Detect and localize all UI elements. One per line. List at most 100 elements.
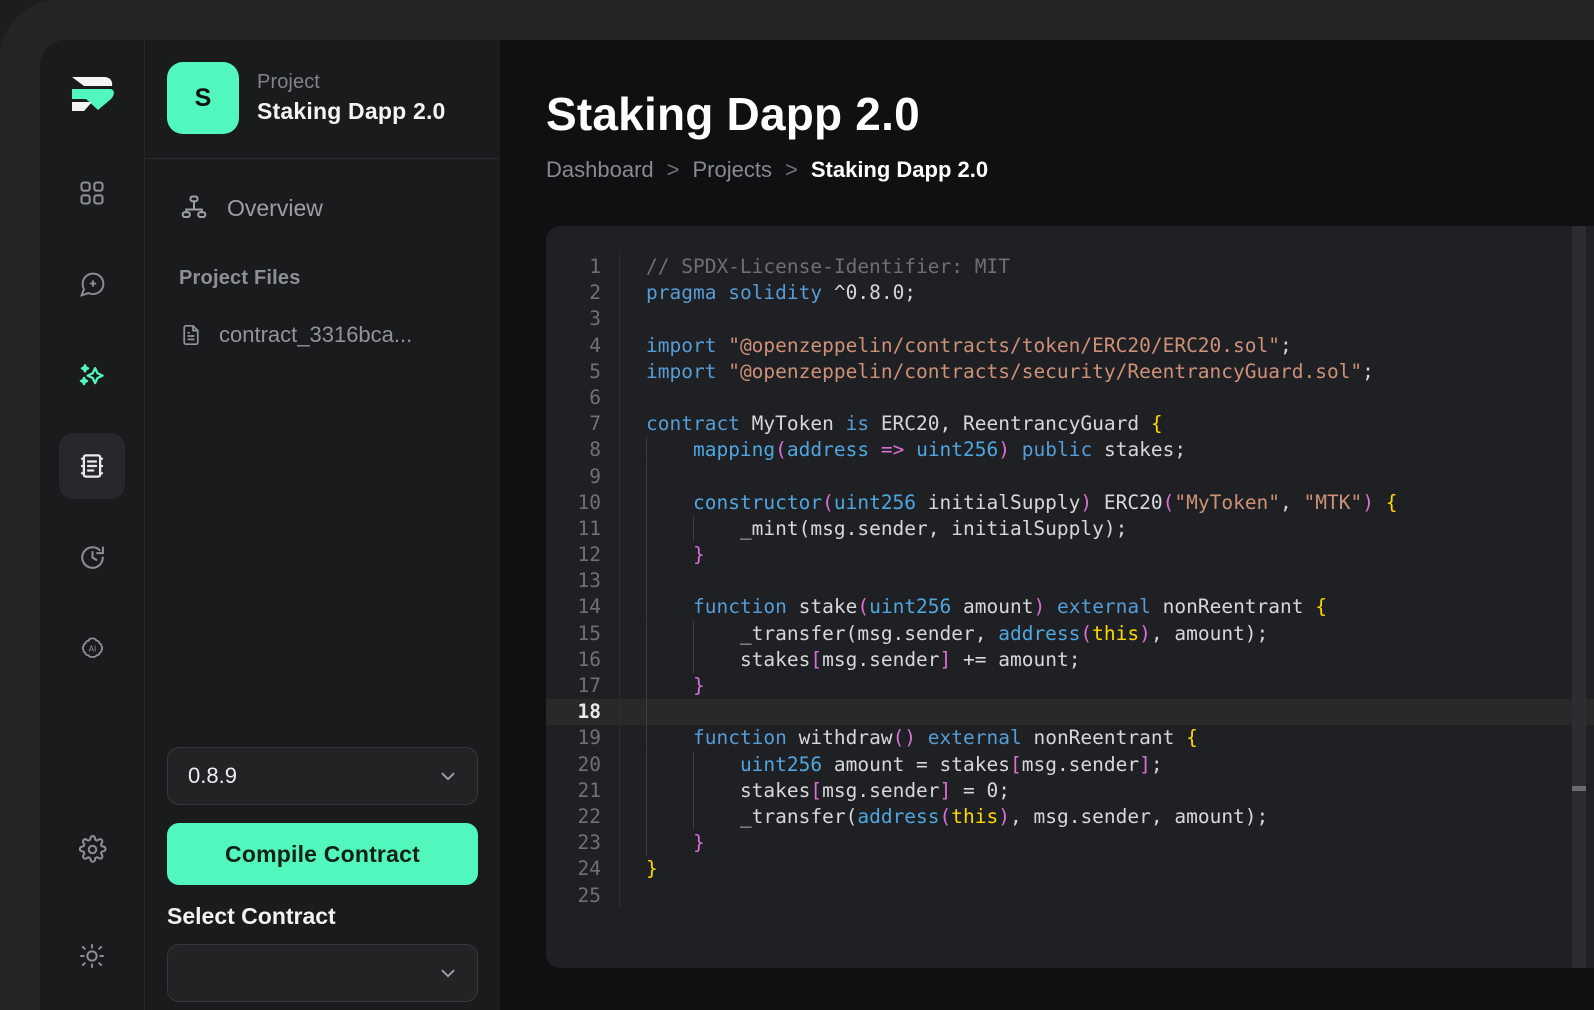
rail-item-theme-toggle[interactable]	[59, 923, 125, 989]
code-line[interactable]: 9	[546, 463, 1594, 490]
list-item[interactable]: contract_3316bca...	[167, 316, 478, 354]
code-line[interactable]: 24}	[546, 856, 1594, 883]
code-token: uint256	[833, 490, 917, 514]
rail-item-ai-assist[interactable]	[59, 342, 125, 408]
code-line[interactable]: 16 stakes[msg.sender] += amount;	[546, 646, 1594, 674]
code-token: _mint(msg.sender, initialSupply);	[739, 516, 1128, 540]
compiler-version-select[interactable]: 0.8.9	[167, 747, 478, 805]
code-token: "@openzeppelin/contracts/token/ERC20/ERC…	[728, 333, 1280, 357]
code-line[interactable]: 10 constructor(uint256 initialSupply) ER…	[546, 489, 1594, 516]
code-token: ()	[892, 726, 917, 750]
code-line-text: }	[620, 830, 705, 857]
code-line[interactable]: 19 function withdraw() external nonReent…	[546, 725, 1594, 752]
code-token: "MyToken"	[1174, 490, 1281, 514]
compiler-version-value: 0.8.9	[188, 763, 237, 788]
rail-item-contracts[interactable]	[59, 433, 125, 499]
sidebar-item-overview[interactable]: Overview	[167, 185, 478, 231]
rail-item-history[interactable]	[59, 524, 125, 590]
page-frame: AI S Project Staking Dapp 2.0 Overview P…	[0, 0, 1594, 1010]
code-token: uint256	[739, 752, 823, 776]
indent-guide	[692, 777, 741, 804]
rail-item-new-chat[interactable]	[59, 251, 125, 317]
code-token: , amount);	[1150, 621, 1269, 645]
code-line-text	[620, 568, 694, 595]
code-line[interactable]: 2 pragma solidity ^0.8.0;	[546, 280, 1594, 307]
code-line[interactable]: 11 _mint(msg.sender, initialSupply);	[546, 515, 1594, 543]
code-token: (	[822, 490, 834, 514]
code-line[interactable]: 8 mapping(address => uint256) public sta…	[546, 437, 1594, 464]
rail-item-ai[interactable]: AI	[59, 615, 125, 681]
code-line[interactable]: 25	[546, 882, 1594, 909]
code-line[interactable]: 23 }	[546, 830, 1594, 857]
code-token: (	[775, 438, 787, 462]
project-avatar: S	[167, 62, 239, 134]
code-editor[interactable]: 1 // SPDX-License-Identifier: MIT 2 pragma …	[546, 226, 1594, 968]
code-line-text: mapping(address => uint256) public stake…	[620, 437, 1186, 464]
code-line[interactable]: 3	[546, 306, 1594, 333]
rail-item-dashboard[interactable]	[59, 160, 125, 226]
code-line[interactable]: 17 }	[546, 673, 1594, 700]
code-token: msg.sender	[822, 647, 940, 671]
code-line[interactable]: 14 function stake(uint256 amount) extern…	[546, 594, 1594, 621]
sitemap-icon	[179, 193, 209, 223]
code-token: stakes	[739, 778, 811, 802]
code-area[interactable]: 1 // SPDX-License-Identifier: MIT 2 pragma …	[546, 226, 1594, 968]
breadcrumb-item[interactable]: Projects	[693, 157, 772, 183]
code-token: ;	[1362, 359, 1374, 383]
editor-vertical-scrollbar[interactable]	[1572, 226, 1586, 968]
project-meta: Project Staking Dapp 2.0	[257, 71, 446, 125]
code-token: (	[857, 595, 870, 619]
rail-item-settings[interactable]	[59, 816, 125, 882]
code-token: ]	[1139, 752, 1151, 776]
app-logo[interactable]	[64, 66, 120, 122]
code-line[interactable]: 20 uint256 amount = stakes[msg.sender];	[546, 751, 1594, 778]
code-line[interactable]: 13	[546, 568, 1594, 595]
code-line-text: _mint(msg.sender, initialSupply);	[620, 515, 1128, 542]
code-token: }	[646, 857, 658, 881]
icon-rail: AI	[40, 40, 144, 1010]
code-line[interactable]: 21 stakes[msg.sender] = 0;	[546, 777, 1594, 804]
code-token: amount = stakes	[822, 752, 1010, 776]
code-line-text: }	[620, 856, 658, 882]
compile-contract-button[interactable]: Compile Contract	[167, 823, 478, 885]
code-line[interactable]: 1 // SPDX-License-Identifier: MIT	[546, 254, 1594, 281]
code-token: uint256	[869, 595, 952, 619]
code-line[interactable]: 12 }	[546, 542, 1594, 569]
code-line[interactable]: 18	[546, 699, 1594, 726]
indent-guide	[646, 568, 694, 595]
code-line-text: // SPDX-License-Identifier: MIT	[620, 254, 1010, 280]
code-token: ,	[1280, 490, 1304, 514]
indent-guide	[646, 673, 694, 699]
select-contract-label: Select Contract	[167, 903, 336, 929]
compiler-controls: 0.8.9 Compile Contract Select Contract	[145, 747, 500, 1010]
code-token: withdraw	[786, 726, 893, 750]
breadcrumb-item[interactable]: Dashboard	[546, 157, 654, 183]
line-number: 9	[546, 463, 620, 490]
code-line-text	[620, 699, 693, 726]
code-line-text	[620, 463, 693, 490]
project-title: Staking Dapp 2.0	[257, 98, 446, 124]
breadcrumb-item: Staking Dapp 2.0	[810, 156, 989, 182]
code-line[interactable]: 6	[546, 384, 1594, 412]
code-line[interactable]: 4 import "@openzeppelin/contracts/token/E…	[546, 332, 1594, 359]
line-number: 6	[546, 384, 620, 412]
line-number: 13	[546, 568, 620, 595]
select-contract-dropdown[interactable]	[167, 944, 478, 1002]
line-number: 14	[546, 594, 620, 621]
sun-icon	[78, 942, 106, 970]
code-line[interactable]: 5 import "@openzeppelin/contracts/securit…	[546, 358, 1594, 385]
code-token: contract	[646, 412, 740, 436]
code-token: [	[1009, 752, 1022, 776]
code-line[interactable]: 22 _transfer(address(this), msg.sender, …	[546, 803, 1594, 831]
code-token: ]	[939, 778, 952, 802]
code-token: ERC20, ReentrancyGuard	[869, 412, 1151, 436]
project-sidebar: S Project Staking Dapp 2.0 Overview Proj…	[144, 40, 500, 1010]
code-line[interactable]: 7 contract MyToken is ERC20, ReentrancyGu…	[546, 411, 1594, 438]
code-line[interactable]: 15 _transfer(msg.sender, address(this), …	[546, 620, 1594, 647]
code-line-text: import "@openzeppelin/contracts/token/ER…	[620, 333, 1292, 359]
code-line-text: function withdraw() external nonReentran…	[620, 725, 1198, 752]
